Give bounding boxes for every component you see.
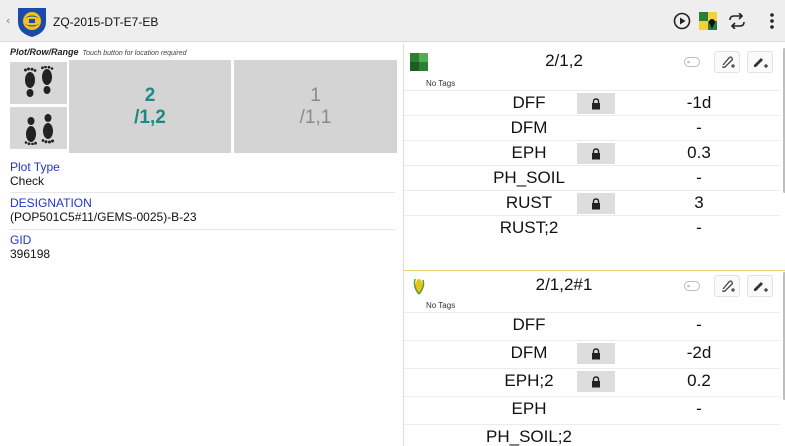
cimmyt-logo-icon[interactable] — [15, 4, 49, 38]
move-forward-button[interactable] — [10, 62, 67, 104]
next-plot-button[interactable]: 1 /1,1 — [234, 60, 397, 153]
trait-name: PH_SOIL;2 — [486, 427, 572, 446]
lock-icon[interactable] — [577, 93, 615, 114]
trait-value: 3 — [694, 193, 704, 212]
lock-icon[interactable] — [577, 343, 615, 364]
trait-value: - — [696, 399, 702, 418]
trait-row[interactable]: DFF -1d — [404, 90, 780, 115]
plot-row-range-header: Plot/Row/Range Touch button for location … — [10, 47, 187, 57]
trait-name: RUST;2 — [499, 218, 559, 237]
trait-row[interactable]: DFM - — [404, 115, 780, 140]
plot-type-label: Plot Type — [10, 160, 60, 174]
plot-type-value: Check — [10, 174, 45, 188]
trait-row[interactable]: RUST;2 - — [404, 215, 780, 240]
back-chevron-icon[interactable]: ‹ — [6, 14, 10, 27]
trait-value: -2d — [686, 343, 712, 362]
current-plot-number: 2 — [144, 84, 156, 106]
trait-value: - — [696, 218, 702, 237]
add-attachment-icon[interactable] — [714, 275, 740, 297]
lock-icon[interactable] — [577, 143, 615, 164]
trait-value: - — [696, 118, 702, 137]
trait-row[interactable]: PH_SOIL;2 — [404, 424, 780, 446]
move-backward-button[interactable] — [10, 107, 67, 149]
gid-field: GID 396198 — [10, 233, 395, 261]
divider — [10, 192, 395, 193]
plot-header[interactable]: 2/1,2#1 — [404, 270, 785, 300]
tag-icon[interactable] — [679, 51, 705, 73]
plot-name: 2/1,2#1 — [535, 275, 593, 294]
next-plot-number: 1 — [310, 84, 321, 106]
gid-label: GID — [10, 233, 32, 247]
designation-value: (POP501C5#11/GEMS-0025)-B-23 — [10, 210, 197, 224]
tags-label: No Tags — [426, 301, 456, 310]
app-bar: ‹ ZQ-2015-DT-E7-EB — [0, 0, 785, 42]
add-note-icon[interactable] — [747, 275, 773, 297]
current-plot-location: /1,2 — [134, 106, 166, 128]
trait-row[interactable]: DFF - — [404, 312, 780, 337]
plot-type-field: Plot Type Check — [10, 160, 395, 188]
trait-value: 0.3 — [687, 143, 711, 162]
more-vert-icon[interactable] — [762, 11, 782, 31]
trait-name: DFF — [512, 315, 546, 334]
plot-row-range-label: Plot/Row/Range — [10, 47, 79, 57]
trait-name: PH_SOIL — [493, 168, 565, 187]
footprints-up-icon — [23, 66, 53, 97]
designation-label: DESIGNATION — [10, 196, 92, 210]
lock-icon[interactable] — [577, 193, 615, 214]
divider — [10, 229, 395, 230]
add-note-icon[interactable] — [747, 51, 773, 73]
plot-name: 2/1,2 — [545, 51, 583, 70]
trait-row[interactable]: DFM -2d — [404, 340, 780, 365]
trait-value: - — [696, 168, 702, 187]
trait-row[interactable]: RUST 3 — [404, 190, 780, 215]
trait-row[interactable]: EPH;2 0.2 — [404, 368, 780, 393]
trait-row[interactable]: EPH - — [404, 396, 780, 421]
tag-icon[interactable] — [679, 275, 705, 297]
trait-row[interactable]: EPH 0.3 — [404, 140, 780, 165]
next-plot-location: /1,1 — [299, 106, 332, 128]
gid-value: 396198 — [10, 247, 51, 261]
plot-header[interactable]: 2/1,2 — [404, 46, 785, 76]
app-title: ZQ-2015-DT-E7-EB — [53, 15, 159, 29]
lock-icon[interactable] — [577, 371, 615, 392]
trait-row[interactable]: PH_SOIL - — [404, 165, 780, 190]
current-plot-button[interactable]: 2 /1,2 — [69, 60, 231, 153]
trait-value: 0.2 — [687, 371, 711, 390]
trait-value: -1d — [686, 93, 712, 112]
footprints-down-icon — [24, 114, 54, 145]
map-pin-icon[interactable] — [698, 11, 718, 31]
trait-name: EPH — [511, 399, 547, 418]
tags-label: No Tags — [426, 79, 456, 88]
repeat-icon[interactable] — [727, 11, 747, 31]
location-hint: Touch button for location required — [82, 50, 187, 57]
trait-panel: 2/1,2 No Tags DFF -1d DFM - EPH 0.3 PH_S… — [403, 44, 785, 446]
trait-name: DFM — [510, 118, 548, 137]
trait-value: - — [696, 315, 702, 334]
designation-field: DESIGNATION (POP501C5#11/GEMS-0025)-B-23 — [10, 196, 395, 224]
add-attachment-icon[interactable] — [714, 51, 740, 73]
play-circle-icon[interactable] — [672, 11, 692, 31]
